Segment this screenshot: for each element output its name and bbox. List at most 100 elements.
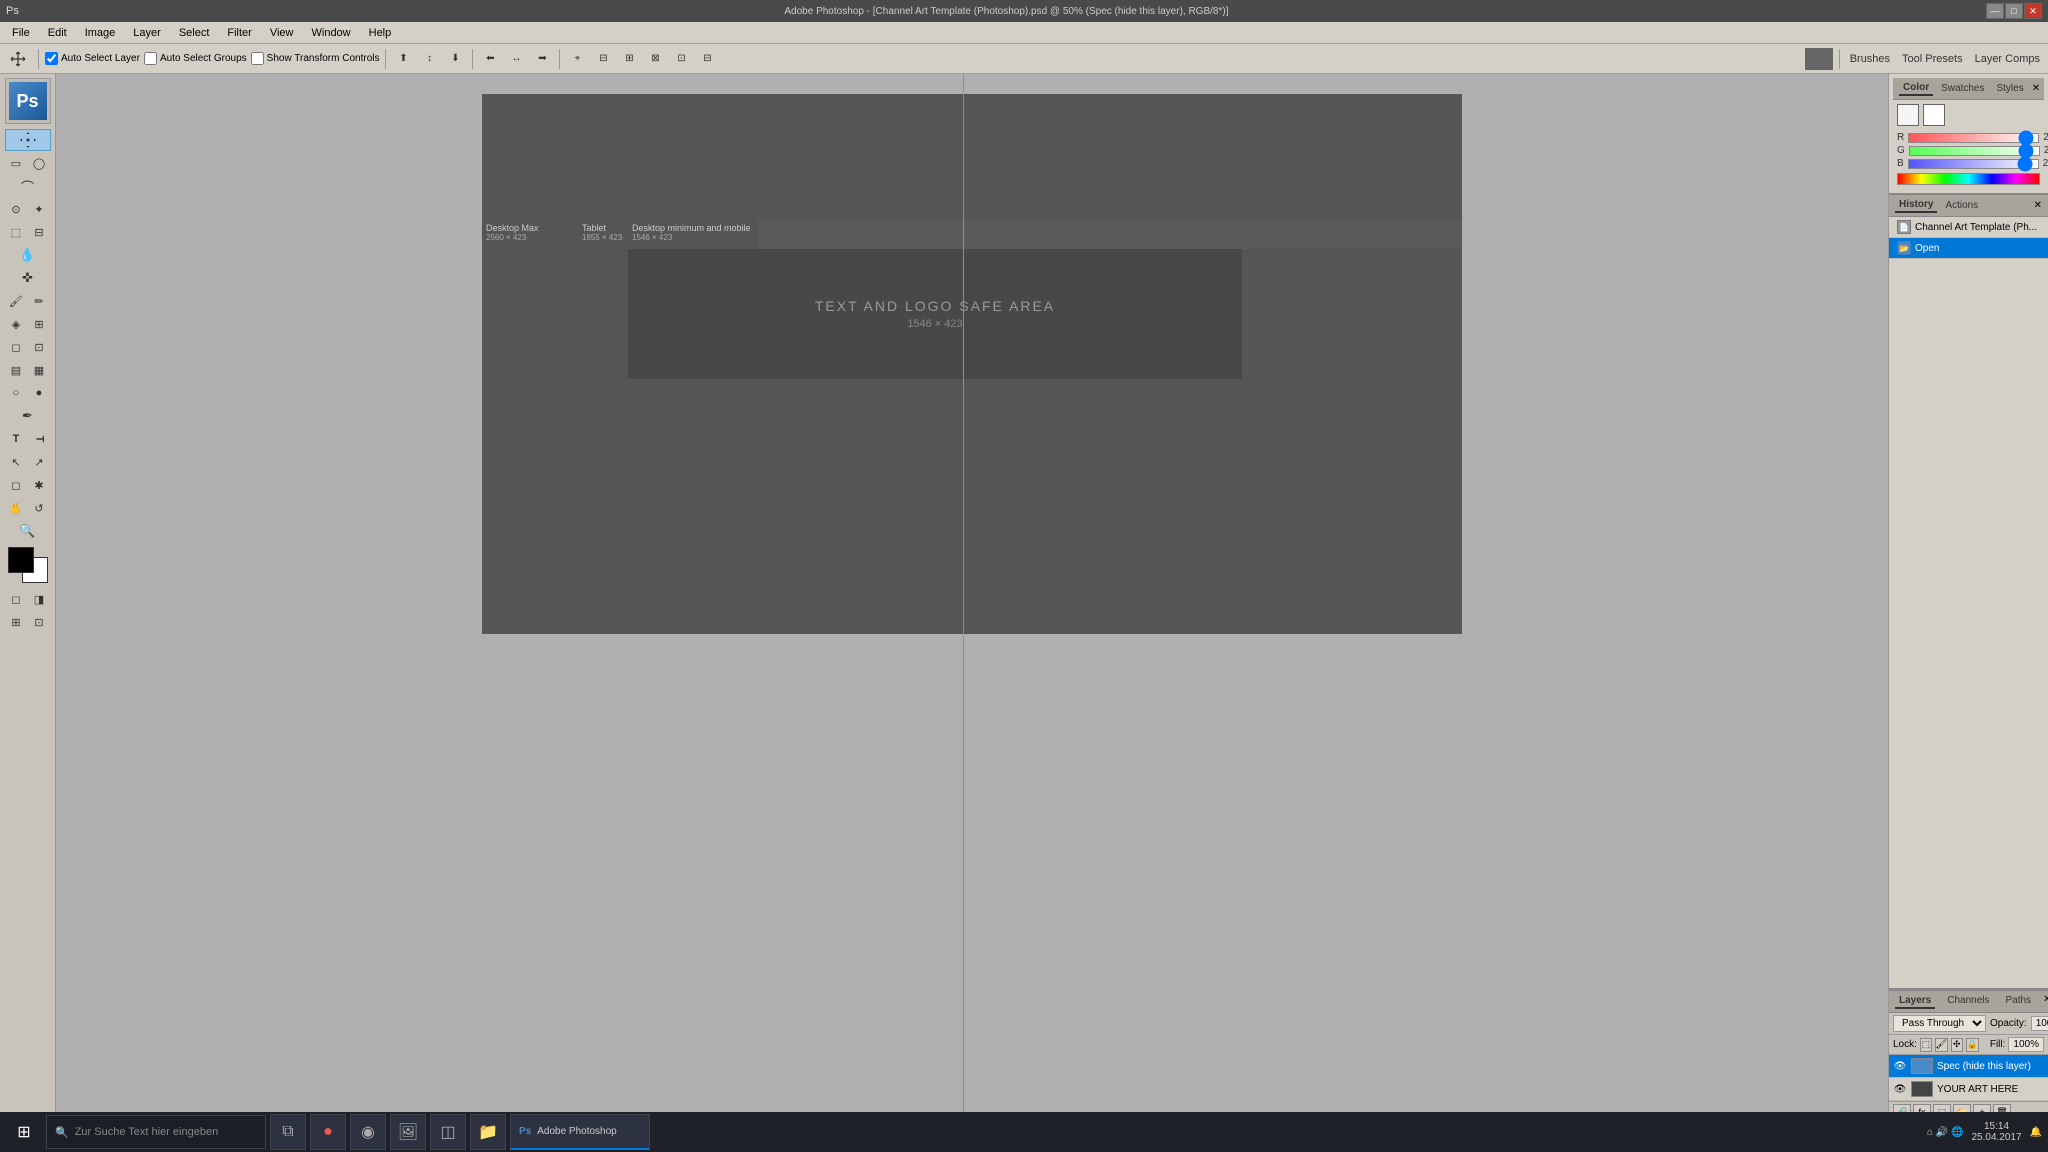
distribute-top-btn[interactable]: ⌖: [566, 48, 588, 70]
eyedropper-tool[interactable]: 💧: [5, 244, 51, 266]
fg-color-swatch[interactable]: [1897, 104, 1919, 126]
layers-tab[interactable]: Layers: [1895, 994, 1935, 1009]
align-horiz-btn[interactable]: ↔: [505, 48, 527, 70]
distribute-bottom-btn[interactable]: ⊞: [618, 48, 640, 70]
pencil-tool[interactable]: ✏: [28, 290, 51, 312]
menu-filter[interactable]: Filter: [219, 25, 259, 41]
color-panel-close[interactable]: ✕: [2032, 83, 2040, 94]
swatches-tab[interactable]: Swatches: [1937, 82, 1988, 95]
menu-select[interactable]: Select: [171, 25, 218, 41]
menu-window[interactable]: Window: [304, 25, 359, 41]
full-screen-btn[interactable]: ⊡: [28, 611, 51, 633]
lock-transparent-btn[interactable]: ⬚: [1920, 1038, 1932, 1052]
g-slider[interactable]: [1909, 146, 2040, 156]
minimize-button[interactable]: —: [1986, 3, 2004, 19]
crop-tool[interactable]: ⬚: [5, 221, 28, 243]
lock-all-btn[interactable]: 🔒: [1966, 1038, 1979, 1052]
move-tool[interactable]: [5, 129, 51, 151]
path-select-tool[interactable]: ↖: [5, 451, 28, 473]
taskbar-app3[interactable]: 🖼: [390, 1114, 426, 1150]
standard-mode-btn[interactable]: ◻: [5, 588, 28, 610]
menu-layer[interactable]: Layer: [125, 25, 169, 41]
slice-tool[interactable]: ⊟: [28, 221, 51, 243]
foreground-color[interactable]: [8, 547, 34, 573]
history-item-channel-art[interactable]: 📄 Channel Art Template (Ph...: [1889, 217, 2048, 238]
dodge-tool[interactable]: ○: [5, 382, 28, 404]
brushes-tab[interactable]: Brushes: [1846, 52, 1894, 66]
auto-select-layer-checkbox[interactable]: [45, 52, 58, 65]
menu-edit[interactable]: Edit: [40, 25, 75, 41]
marquee-ellipse-tool[interactable]: ◯: [28, 152, 51, 174]
type-tool[interactable]: T: [5, 428, 28, 450]
maximize-button[interactable]: □: [2005, 3, 2023, 19]
ps-taskbar-app[interactable]: Ps Adobe Photoshop: [510, 1114, 650, 1150]
marquee-rect-tool[interactable]: ▭: [5, 152, 28, 174]
search-bar[interactable]: 🔍 Zur Suche Text hier eingeben: [46, 1115, 266, 1149]
auto-select-group-checkbox[interactable]: [144, 52, 157, 65]
history-item-open[interactable]: 📂 Open: [1889, 238, 2048, 259]
menu-help[interactable]: Help: [361, 25, 400, 41]
menu-file[interactable]: File: [4, 25, 38, 41]
history-tab[interactable]: History: [1895, 198, 1937, 213]
quick-select-tool[interactable]: ⊙: [5, 198, 28, 220]
notification-btn[interactable]: 🔔: [2030, 1127, 2042, 1138]
eraser-tool[interactable]: ◻: [5, 336, 28, 358]
styles-tab[interactable]: Styles: [1992, 82, 2027, 95]
show-transform-checkbox[interactable]: [251, 52, 264, 65]
align-right-btn[interactable]: ➡: [531, 48, 553, 70]
actions-tab[interactable]: Actions: [1941, 199, 1982, 212]
lasso-tool[interactable]: ⌒: [5, 175, 51, 197]
canvas-area[interactable]: TV 2560 × 1440 Desktop Max 2560 × 423 Ta…: [56, 74, 1888, 1122]
b-slider[interactable]: [1908, 159, 2039, 169]
taskbar-app4[interactable]: ◫: [430, 1114, 466, 1150]
chrome-btn[interactable]: ●: [310, 1114, 346, 1150]
brush-tool[interactable]: 🖌: [5, 290, 28, 312]
show-transform-check[interactable]: Show Transform Controls: [251, 52, 380, 65]
close-button[interactable]: ✕: [2024, 3, 2042, 19]
align-left-btn[interactable]: ⬅: [479, 48, 501, 70]
magic-wand-tool[interactable]: ✦: [28, 198, 51, 220]
pen-tool[interactable]: ✒: [5, 405, 51, 427]
direct-select-tool[interactable]: ↗: [28, 451, 51, 473]
clone-tool[interactable]: ◈: [5, 313, 28, 335]
rotate-view-tool[interactable]: ↺: [28, 497, 51, 519]
layer-spec-eye[interactable]: 👁: [1893, 1059, 1907, 1073]
align-vert-btn[interactable]: ↕: [418, 48, 440, 70]
canvas-preview-btn[interactable]: [1805, 48, 1833, 70]
r-slider[interactable]: [1908, 133, 2039, 143]
color-swatches[interactable]: [8, 547, 48, 583]
lock-pixels-btn[interactable]: 🖌: [1935, 1038, 1948, 1052]
burn-tool[interactable]: ●: [28, 382, 51, 404]
hand-tool[interactable]: ✋: [5, 497, 28, 519]
gradient-tool[interactable]: ▤: [5, 359, 28, 381]
distribute-right-btn[interactable]: ⊟: [696, 48, 718, 70]
menu-image[interactable]: Image: [77, 25, 124, 41]
tool-move-btn[interactable]: [4, 48, 32, 70]
shape-tool[interactable]: ◻: [5, 474, 28, 496]
start-button[interactable]: ⊞: [6, 1114, 42, 1150]
bg-color-swatch[interactable]: [1923, 104, 1945, 126]
channels-tab[interactable]: Channels: [1943, 994, 1993, 1009]
color-spectrum[interactable]: [1897, 173, 2040, 185]
layer-spec[interactable]: 👁 Spec (hide this layer): [1889, 1055, 2048, 1078]
heal-tool[interactable]: ✜: [5, 267, 51, 289]
layer-comps-tab[interactable]: Layer Comps: [1971, 52, 2044, 66]
auto-select-layer-check[interactable]: Auto Select Layer: [45, 52, 140, 65]
align-bottom-btn[interactable]: ⬇: [444, 48, 466, 70]
layers-panel-close[interactable]: ✕: [2043, 994, 2048, 1009]
lock-position-btn[interactable]: ✣: [1951, 1038, 1963, 1052]
paths-tab[interactable]: Paths: [2002, 994, 2036, 1009]
distribute-horiz-btn[interactable]: ⊡: [670, 48, 692, 70]
taskbar-app2[interactable]: ◉: [350, 1114, 386, 1150]
color-tab[interactable]: Color: [1899, 81, 1933, 96]
tool-presets-tab[interactable]: Tool Presets: [1898, 52, 1967, 66]
bg-eraser-tool[interactable]: ⊡: [28, 336, 51, 358]
taskbar-app5[interactable]: 📁: [470, 1114, 506, 1150]
quick-mask-btn[interactable]: ◨: [28, 588, 51, 610]
vertical-type-tool[interactable]: T: [28, 428, 50, 451]
screen-mode-btn[interactable]: ⊞: [5, 611, 28, 633]
distribute-left-btn[interactable]: ⊠: [644, 48, 666, 70]
paint-bucket-tool[interactable]: ▦: [28, 359, 51, 381]
layer-art-eye[interactable]: 👁: [1893, 1082, 1907, 1096]
history-panel-close[interactable]: ✕: [2034, 200, 2042, 211]
